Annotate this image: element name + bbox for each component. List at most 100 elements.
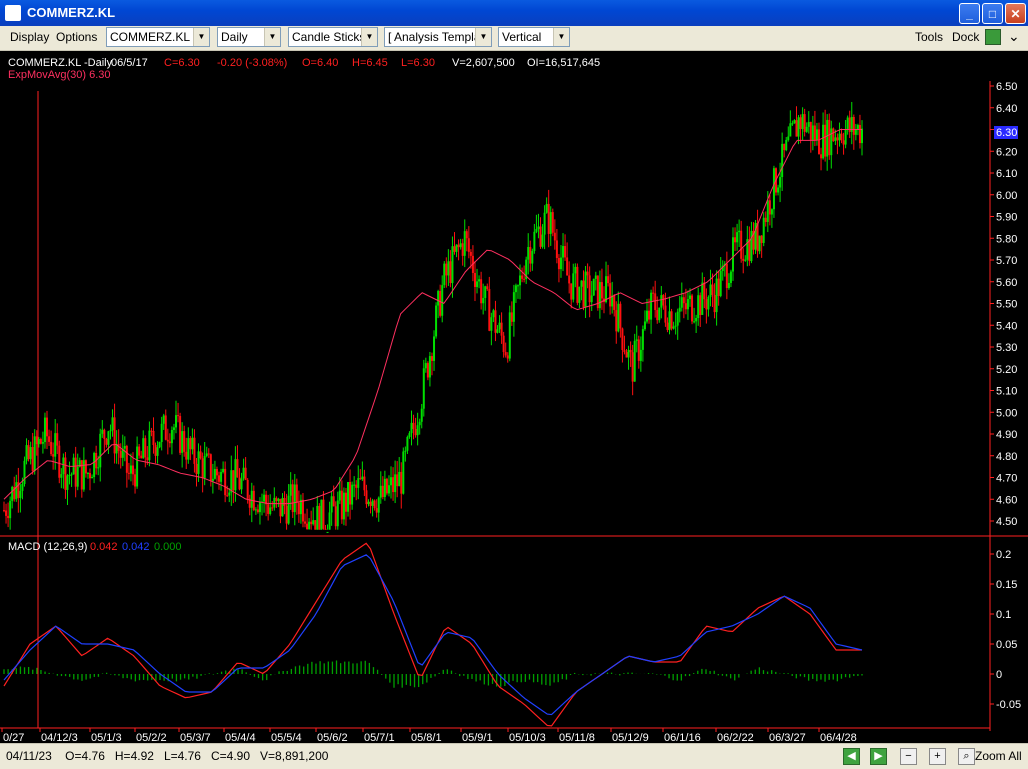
period-combo[interactable]: Daily ▼: [217, 27, 281, 47]
candle-body: [281, 497, 284, 517]
candle-body: [9, 500, 12, 519]
chart-type-combo[interactable]: Candle Sticks ▼: [288, 27, 378, 47]
time-tick-label: 06/3/27: [769, 732, 806, 743]
zoom-in-icon[interactable]: +: [929, 748, 946, 765]
candle-body: [488, 288, 491, 331]
candle-body: [269, 507, 272, 514]
candle-body: [46, 417, 49, 437]
candle-body: [727, 282, 730, 288]
candle-body: [605, 276, 608, 302]
candle-body: [529, 246, 532, 264]
candle-body: [545, 203, 548, 213]
chevron-down-icon[interactable]: ▼: [193, 28, 209, 46]
candle-body: [37, 438, 40, 445]
chart-area[interactable]: COMMERZ.KL -Daily 06/5/17 C=6.30 -0.20 (…: [0, 51, 1028, 744]
candle-body: [291, 484, 294, 513]
candle-body: [435, 305, 438, 337]
candle-body: [320, 499, 323, 530]
header-change: -0.20 (-3.08%): [217, 57, 287, 69]
chevron-down-icon[interactable]: ⌄: [1008, 28, 1020, 45]
candle-body: [844, 129, 847, 145]
chart-svg[interactable]: COMMERZ.KL -Daily 06/5/17 C=6.30 -0.20 (…: [0, 51, 1028, 744]
candle-body: [400, 471, 403, 494]
candle-body: [342, 492, 345, 520]
candle-body: [43, 417, 46, 443]
scroll-left-icon[interactable]: ◀: [843, 748, 860, 765]
candle-body: [287, 495, 290, 524]
menu-dock[interactable]: Dock: [952, 30, 979, 44]
candle-body: [185, 451, 188, 460]
price-tick-label: 4.80: [996, 451, 1017, 463]
candle-body: [447, 261, 450, 276]
candle-body: [48, 436, 51, 442]
candle-body: [537, 226, 540, 230]
candle-body: [381, 485, 384, 497]
candle-body: [3, 510, 5, 512]
candle-body: [750, 230, 753, 262]
candle-body: [815, 129, 818, 141]
price-tick-label: 5.50: [996, 299, 1017, 311]
candle-body: [177, 415, 180, 417]
candle-body: [510, 312, 513, 322]
candle-body: [668, 311, 671, 330]
candle-body: [140, 455, 143, 459]
chevron-down-icon[interactable]: ▼: [553, 28, 569, 46]
candle-body: [271, 507, 274, 509]
chevron-down-icon[interactable]: ▼: [361, 28, 377, 46]
price-tick-label: 5.10: [996, 386, 1017, 398]
chevron-down-icon[interactable]: ▼: [475, 28, 491, 46]
zoom-out-icon[interactable]: −: [900, 748, 917, 765]
candle-body: [246, 479, 249, 499]
close-button[interactable]: ✕: [1005, 3, 1026, 24]
macd-tick-label: 0: [996, 669, 1002, 681]
header-close: C=6.30: [164, 57, 200, 69]
candle-body: [428, 356, 431, 378]
candle-body: [502, 335, 505, 352]
dock-icon[interactable]: [985, 29, 1001, 45]
candle-body: [52, 454, 55, 457]
candle-body: [420, 408, 423, 422]
candle-body: [62, 457, 65, 475]
zoom-all-icon[interactable]: ⌕: [958, 748, 975, 765]
status-info: 04/11/23 O=4.76 H=4.92 L=4.76 C=4.90 V=8…: [6, 749, 328, 763]
candle-body: [557, 258, 560, 270]
candle-body: [662, 295, 665, 306]
candle-body: [519, 275, 522, 286]
candle-body: [586, 271, 589, 276]
minimize-button[interactable]: _: [959, 3, 980, 24]
candle-body: [256, 509, 259, 513]
candle-body: [590, 295, 593, 303]
menu-options[interactable]: Options: [56, 30, 97, 44]
candle-body: [451, 246, 454, 284]
menu-tools[interactable]: Tools: [915, 30, 943, 44]
candle-body: [709, 284, 712, 297]
candle-body: [564, 246, 567, 258]
candle-body: [295, 484, 298, 503]
candle-body: [719, 271, 722, 296]
candle-body: [156, 447, 159, 456]
candle-body: [568, 275, 571, 284]
template-combo[interactable]: [ Analysis Templa ▼: [384, 27, 492, 47]
candle-body: [811, 125, 814, 140]
candle-body: [267, 504, 270, 514]
symbol-combo[interactable]: COMMERZ.KL ▼: [106, 27, 210, 47]
candle-body: [230, 470, 233, 493]
layout-combo[interactable]: Vertical ▼: [498, 27, 570, 47]
maximize-button[interactable]: □: [982, 3, 1003, 24]
zoom-all-label[interactable]: Zoom All: [975, 749, 1022, 763]
candle-body: [385, 478, 388, 494]
header-low: L=6.30: [401, 57, 435, 69]
candle-body: [480, 279, 483, 304]
menu-display[interactable]: Display: [10, 30, 49, 44]
candle-body: [654, 293, 657, 311]
candle-body: [516, 285, 519, 287]
candle-body: [377, 497, 380, 513]
candle-body: [316, 505, 319, 530]
chevron-down-icon[interactable]: ▼: [264, 28, 280, 46]
candle-body: [240, 478, 243, 490]
candle-body: [496, 329, 499, 333]
candle-body: [119, 450, 122, 458]
scroll-right-icon[interactable]: ▶: [870, 748, 887, 765]
candle-body: [318, 505, 321, 530]
time-tick-label: 05/9/1: [462, 732, 493, 743]
